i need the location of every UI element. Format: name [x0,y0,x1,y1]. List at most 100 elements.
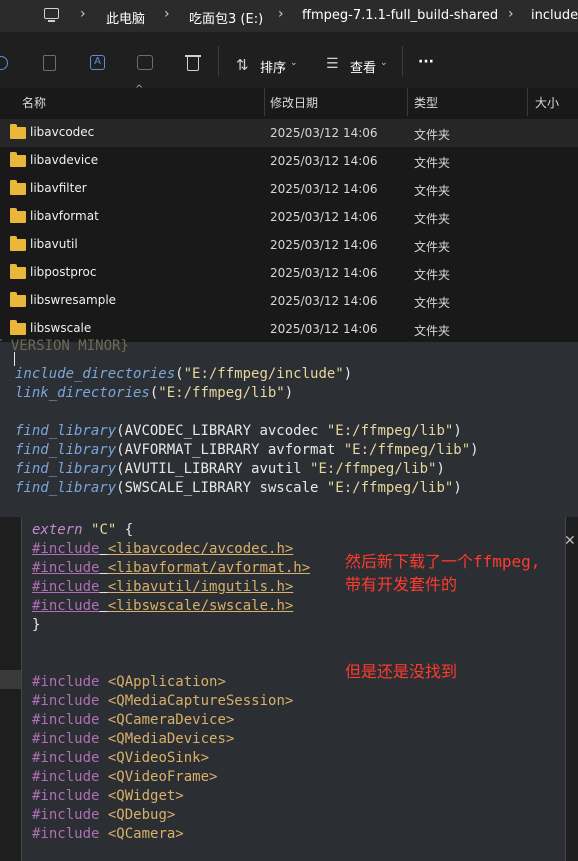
breadcrumb-include[interactable]: include [531,8,578,23]
code-line: find_library(SWSCALE_LIBRARY swscale "E:… [15,480,462,496]
code-line: #include <QWidget> [32,788,184,804]
view-icon[interactable]: ☰ [326,56,339,72]
new-item-icon[interactable] [0,56,8,70]
column-divider[interactable] [407,88,408,116]
monitor-icon[interactable] [44,8,59,19]
cmake-code-editor: T VERSION MINOR} include_directories("E:… [0,338,578,517]
file-type: 文件夹 [414,324,451,338]
file-name: libavutil [30,237,78,251]
code-line: #include <libavcodec/avcodec.h> [32,541,294,557]
code-line: #include <QVideoFrame> [32,769,218,785]
code-line: link_directories("E:/ffmpeg/lib") [15,385,294,401]
address-bar[interactable]: › 此电脑 › 吃面包3 (E:) › ffmpeg-7.1.1-full_bu… [0,0,578,32]
file-row[interactable]: libavcodec 2025/03/12 14:06 文件夹 [0,119,578,147]
file-type: 文件夹 [414,156,451,170]
code-line: #include <QMediaCaptureSession> [32,693,294,709]
paste-icon[interactable] [43,55,56,71]
toolbar-divider [402,46,403,76]
file-date: 2025/03/12 14:06 [270,266,378,280]
breadcrumb-ffmpeg-folder[interactable]: ffmpeg-7.1.1-full_build-shared [302,8,498,23]
code-line: #include <libavutil/imgutils.h> [32,579,294,595]
breadcrumb-separator: › [508,6,514,22]
breadcrumb-separator: › [164,6,170,22]
file-name: libavformat [30,209,99,223]
file-name: libavdevice [30,153,99,167]
code-line: } [32,617,41,633]
breadcrumb-separator: › [278,6,284,22]
more-options-button[interactable]: ··· [418,54,434,70]
file-type: 文件夹 [414,212,451,226]
file-name: libswscale [30,321,92,335]
code-line: #include <libswscale/swscale.h> [32,598,294,614]
background-highlight-band [0,670,21,689]
annotation-note: 带有开发套件的 [345,575,458,594]
file-explorer-window: › 此电脑 › 吃面包3 (E:) › ffmpeg-7.1.1-full_bu… [0,0,578,342]
sort-button[interactable]: 排序 [260,57,286,76]
sort-icon[interactable]: ⇅ [236,56,249,74]
folder-icon [10,292,26,307]
file-row[interactable]: libswresample 2025/03/12 14:06 文件夹 [0,287,578,315]
folder-icon [10,152,26,167]
file-type: 文件夹 [414,296,451,310]
file-date: 2025/03/12 14:06 [270,126,378,140]
code-line: #include <QVideoSink> [32,750,210,766]
file-date: 2025/03/12 14:06 [270,238,378,252]
cpp-code-editor: extern "C" { #include <libavcodec/avcode… [21,517,566,861]
file-date: 2025/03/12 14:06 [270,182,378,196]
file-type: 文件夹 [414,240,451,254]
breadcrumb-this-pc[interactable]: 此电脑 [106,8,145,27]
file-name: libswresample [30,293,117,307]
code-line: include_directories("E:/ffmpeg/include") [15,366,353,382]
view-button[interactable]: 查看 [350,57,376,76]
column-size-header[interactable]: 大小 [535,94,559,111]
folder-icon [10,208,26,223]
file-row[interactable]: libavutil 2025/03/12 14:06 文件夹 [0,231,578,259]
file-row[interactable]: libavdevice 2025/03/12 14:06 文件夹 [0,147,578,175]
column-headers: ^ 名称 修改日期 类型 大小 [0,84,578,116]
monitor-stand [48,20,55,22]
file-date: 2025/03/12 14:06 [270,210,378,224]
column-name-header[interactable]: 名称 [22,94,46,111]
column-divider[interactable] [264,88,265,116]
toolbar-divider [218,46,219,76]
chevron-down-icon: ⌄ [290,58,298,68]
folder-icon [10,264,26,279]
file-row[interactable]: libavformat 2025/03/12 14:06 文件夹 [0,203,578,231]
rename-icon[interactable]: A [90,55,105,70]
folder-icon [10,320,26,335]
code-line: find_library(AVCODEC_LIBRARY avcodec "E:… [15,423,462,439]
share-icon[interactable] [137,55,153,70]
annotation-note: 但是还是没找到 [345,662,458,681]
column-divider[interactable] [527,88,528,116]
file-name: libavcodec [30,125,95,139]
file-type: 文件夹 [414,184,451,198]
background-window-edge [0,517,21,861]
code-line: #include <QApplication> [32,674,226,690]
folder-icon [10,124,26,139]
text-cursor [14,352,15,366]
file-row[interactable]: libpostproc 2025/03/12 14:06 文件夹 [0,259,578,287]
code-line: #include <QMediaDevices> [32,731,235,747]
annotation-note: 然后新下载了一个ffmpeg, [345,552,541,571]
file-name: libavfilter [30,181,87,195]
file-date: 2025/03/12 14:06 [270,294,378,308]
breadcrumb-drive[interactable]: 吃面包3 (E:) [189,8,263,27]
file-date: 2025/03/12 14:06 [270,322,378,336]
folder-icon [10,180,26,195]
column-modified-header[interactable]: 修改日期 [270,94,318,111]
background-window-edge: ✕ [564,517,578,861]
file-row[interactable]: libavfilter 2025/03/12 14:06 文件夹 [0,175,578,203]
file-date: 2025/03/12 14:06 [270,154,378,168]
code-line: #include <libavformat/avformat.h> [32,560,311,576]
delete-icon[interactable] [187,57,199,71]
column-type-header[interactable]: 类型 [414,94,438,111]
chevron-down-icon: ⌄ [380,58,388,68]
file-type: 文件夹 [414,268,451,282]
code-line: #include <QCamera> [32,826,184,842]
code-line: extern "C" { [32,522,134,538]
command-bar: A ⇅ 排序 ⌄ ☰ 查看 ⌄ ··· [0,32,578,88]
code-line: find_library(AVFORMAT_LIBRARY avformat "… [15,442,479,458]
sort-ascending-icon: ^ [135,84,144,95]
delete-icon-lid [185,55,201,57]
cut-off-code-line: T VERSION MINOR} [0,338,129,354]
